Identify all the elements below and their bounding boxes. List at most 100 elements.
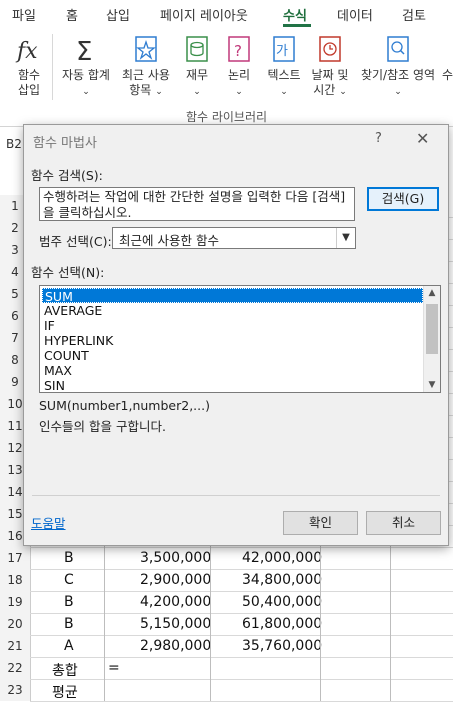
svg-text:가: 가 [276, 44, 288, 59]
cell-grade[interactable]: B [64, 594, 74, 610]
tab-file[interactable]: 파일 [12, 5, 36, 24]
recent-label-1: 최근 사용 [122, 68, 170, 82]
ok-button[interactable]: 확인 [283, 511, 358, 535]
row-header[interactable]: 22 [0, 657, 31, 679]
tab-page-layout[interactable]: 페이지 레이아웃 [160, 5, 248, 24]
row-header[interactable]: 17 [0, 547, 31, 569]
cell-amount[interactable]: 2,980,000 [140, 638, 211, 654]
category-label: 범주 선택(C): [39, 234, 112, 249]
more-functions-button[interactable]: 수 [442, 34, 453, 83]
autosum-label: 자동 합계 [62, 68, 110, 82]
chevron-down-icon: ⌄ [193, 87, 201, 97]
category-value: 최근에 사용한 함수 [119, 233, 219, 248]
function-list-item[interactable]: COUNT [42, 348, 425, 363]
cell-amount[interactable]: 2,900,000 [140, 572, 211, 588]
cell-total[interactable]: 35,760,000 [242, 638, 322, 654]
chevron-down-icon[interactable]: ▼ [336, 228, 355, 248]
insert-function-button[interactable]: fx 함수 삽입 [10, 34, 48, 98]
function-select-label: 함수 선택(N): [31, 265, 105, 280]
cancel-button[interactable]: 취소 [366, 511, 441, 535]
close-icon[interactable]: ✕ [416, 129, 429, 148]
tab-formulas[interactable]: 수식 [283, 5, 307, 24]
row-header[interactable]: 21 [0, 635, 31, 657]
cell-amount[interactable]: 5,150,000 [140, 616, 211, 632]
tab-data[interactable]: 데이터 [337, 5, 373, 24]
logical-label: 논리 [227, 68, 251, 82]
datetime-label-1: 날짜 및 [311, 68, 349, 82]
chevron-down-icon: ⌄ [82, 87, 90, 97]
coins-icon [186, 36, 208, 62]
date-time-button[interactable]: 날짜 및 시간 ⌄ [308, 34, 352, 100]
cell-total[interactable]: 42,000,000 [242, 550, 322, 566]
recent-label-2: 항목 [129, 83, 152, 97]
cell-total[interactable]: 50,400,000 [242, 594, 322, 610]
svg-text:?: ? [234, 42, 242, 60]
cell-total[interactable]: 34,800,000 [242, 572, 322, 588]
cell-grade[interactable]: B [64, 550, 74, 566]
function-list-item[interactable]: HYPERLINK [42, 333, 425, 348]
chevron-down-icon: ⌄ [394, 87, 402, 97]
text-label: 텍스트 [267, 68, 301, 82]
clock-icon [319, 36, 341, 62]
name-box[interactable]: B2 [6, 137, 22, 151]
function-syntax: SUM(number1,number2,...) [39, 398, 210, 413]
tab-home[interactable]: 홈 [66, 5, 78, 24]
logical-button[interactable]: ? 논리 ⌄ [222, 34, 256, 100]
cell-summary-label[interactable]: 평균 [52, 682, 78, 702]
scrollbar-thumb[interactable] [426, 304, 438, 354]
star-icon [135, 36, 157, 62]
help-link[interactable]: 도움말 [31, 513, 66, 532]
function-list-item[interactable]: SUM [42, 288, 423, 304]
row-header[interactable]: 23 [0, 679, 31, 701]
svg-text:Σ: Σ [76, 37, 92, 66]
search-label: 함수 검색(S): [31, 168, 103, 183]
sigma-icon: Σ [76, 37, 92, 66]
cell-amount[interactable]: 4,200,000 [140, 594, 211, 610]
row-header[interactable]: 20 [0, 613, 31, 635]
function-list-item[interactable]: MAX [42, 363, 425, 378]
cell-grade[interactable]: A [64, 638, 74, 654]
scroll-down-icon[interactable]: ▼ [424, 378, 440, 392]
magnifier-icon [387, 36, 409, 62]
chevron-down-icon: ⌄ [339, 87, 347, 97]
help-icon[interactable]: ? [375, 131, 382, 146]
tab-review[interactable]: 검토 [402, 5, 426, 24]
dialog-divider [32, 495, 440, 496]
recent-functions-button[interactable]: 최근 사용 항목 ⌄ [118, 34, 174, 100]
lookup-reference-button[interactable]: 찾기/참조 영역 ⌄ [356, 34, 440, 100]
ribbon-tabs: 파일 홈 삽입 페이지 레이아웃 수식 데이터 검토 [0, 0, 453, 28]
cell-summary-value[interactable]: = [108, 660, 120, 676]
function-listbox[interactable]: SUM AVERAGE IF HYPERLINK COUNT MAX SIN ▲ ▼ [39, 285, 441, 393]
cell-amount[interactable]: 3,500,000 [140, 550, 211, 566]
chevron-down-icon: ⌄ [155, 87, 163, 97]
chevron-down-icon: ⌄ [280, 87, 288, 97]
ribbon: fx 함수 삽입 Σ 자동 합계 ⌄ 최근 사용 항목 ⌄ 재무 ⌄ ? 논리 … [0, 28, 453, 127]
search-button[interactable]: 검색(G) [367, 187, 439, 211]
cell-total[interactable]: 61,800,000 [242, 616, 322, 632]
dialog-title: 함수 마법사 [33, 136, 97, 151]
more-label: 수 [442, 68, 453, 82]
row-header[interactable]: 19 [0, 591, 31, 613]
cell-grade[interactable]: B [64, 616, 74, 632]
listbox-scrollbar[interactable]: ▲ ▼ [423, 286, 440, 392]
text-button[interactable]: 가 텍스트 ⌄ [264, 34, 304, 100]
function-list-item[interactable]: SIN [42, 378, 425, 392]
financial-button[interactable]: 재무 ⌄ [180, 34, 214, 100]
active-tab-indicator [283, 24, 311, 27]
function-wizard-dialog: 함수 마법사 ? ✕ 함수 검색(S): 수행하려는 작업에 대한 간단한 설명… [23, 124, 449, 546]
function-description: 인수들의 합을 구합니다. [39, 419, 166, 434]
scroll-up-icon[interactable]: ▲ [424, 286, 440, 300]
ribbon-separator [52, 34, 53, 100]
cell-summary-label[interactable]: 총합 [52, 660, 78, 680]
row-header[interactable]: 18 [0, 569, 31, 591]
tab-insert[interactable]: 삽입 [106, 5, 130, 24]
cell-grade[interactable]: C [64, 572, 74, 588]
svg-text:fx: fx [15, 39, 38, 64]
more-icon [442, 34, 453, 66]
function-list-item[interactable]: IF [42, 318, 425, 333]
text-ga-icon: 가 [273, 36, 295, 62]
function-list-item[interactable]: AVERAGE [42, 303, 425, 318]
autosum-button[interactable]: Σ 자동 합계 ⌄ [58, 34, 114, 100]
category-select[interactable]: 최근에 사용한 함수 ▼ [112, 227, 356, 249]
search-input[interactable]: 수행하려는 작업에 대한 간단한 설명을 입력한 다음 [검색]을 클릭하십시오… [39, 187, 355, 221]
